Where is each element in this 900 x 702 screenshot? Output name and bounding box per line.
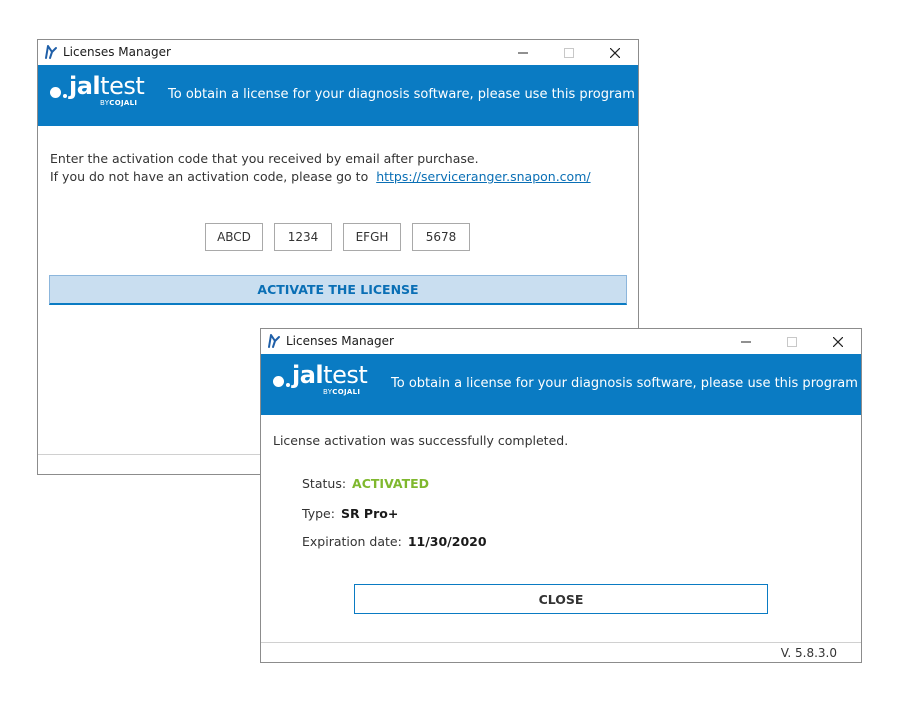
code-field-2[interactable]: 1234 bbox=[274, 223, 332, 251]
window-title: Licenses Manager bbox=[286, 334, 394, 348]
code-field-3[interactable]: EFGH bbox=[343, 223, 401, 251]
licenses-manager-window-front: Licenses Manager jaltest BYCOJALI To obt… bbox=[260, 328, 862, 663]
status-label: Status: bbox=[302, 476, 347, 491]
close-window-button[interactable] bbox=[592, 40, 638, 65]
footer-divider bbox=[261, 642, 861, 643]
minimize-icon bbox=[518, 52, 528, 53]
close-icon bbox=[610, 47, 620, 58]
close-window-button[interactable] bbox=[815, 329, 861, 354]
title-bar[interactable]: Licenses Manager bbox=[38, 40, 638, 65]
type-value: SR Pro+ bbox=[340, 506, 399, 521]
banner: jaltest BYCOJALI To obtain a license for… bbox=[261, 354, 861, 415]
activate-license-button[interactable]: ACTIVATE THE LICENSE bbox=[49, 275, 627, 305]
jaltest-logo: jaltest BYCOJALI bbox=[273, 361, 369, 400]
minimize-button[interactable] bbox=[500, 40, 546, 65]
version-label: V. 5.8.3.0 bbox=[780, 646, 837, 660]
maximize-button[interactable] bbox=[769, 329, 815, 354]
jaltest-app-icon bbox=[45, 45, 57, 59]
maximize-button[interactable] bbox=[546, 40, 592, 65]
maximize-icon bbox=[787, 336, 797, 347]
jaltest-logo: jaltest BYCOJALI bbox=[50, 72, 146, 111]
minimize-icon bbox=[741, 341, 751, 342]
banner-tagline: To obtain a license for your diagnosis s… bbox=[391, 376, 858, 391]
minimize-button[interactable] bbox=[723, 329, 769, 354]
expiration-value: 11/30/2020 bbox=[407, 534, 487, 549]
instruction-text: Enter the activation code that you recei… bbox=[50, 151, 479, 166]
maximize-icon bbox=[564, 47, 574, 58]
title-bar[interactable]: Licenses Manager bbox=[261, 329, 861, 354]
expiration-row: Expiration date: 11/30/2020 bbox=[302, 534, 487, 549]
status-row: Status: ACTIVATED bbox=[302, 476, 429, 491]
banner-tagline: To obtain a license for your diagnosis s… bbox=[168, 87, 635, 102]
status-value: ACTIVATED bbox=[352, 476, 430, 491]
type-row: Type: SR Pro+ bbox=[302, 506, 398, 521]
type-label: Type: bbox=[302, 506, 335, 521]
close-button[interactable]: CLOSE bbox=[354, 584, 768, 614]
jaltest-app-icon bbox=[268, 334, 280, 348]
close-icon bbox=[833, 336, 843, 347]
banner: jaltest BYCOJALI To obtain a license for… bbox=[38, 65, 638, 126]
code-field-1[interactable]: ABCD bbox=[205, 223, 263, 251]
serviceranger-link[interactable]: https://serviceranger.snapon.com/ bbox=[376, 169, 590, 184]
expiration-label: Expiration date: bbox=[302, 534, 402, 549]
success-message: License activation was successfully comp… bbox=[273, 433, 569, 448]
code-field-4[interactable]: 5678 bbox=[412, 223, 470, 251]
instruction-text-link-line: If you do not have an activation code, p… bbox=[50, 169, 591, 184]
window-title: Licenses Manager bbox=[63, 45, 171, 59]
